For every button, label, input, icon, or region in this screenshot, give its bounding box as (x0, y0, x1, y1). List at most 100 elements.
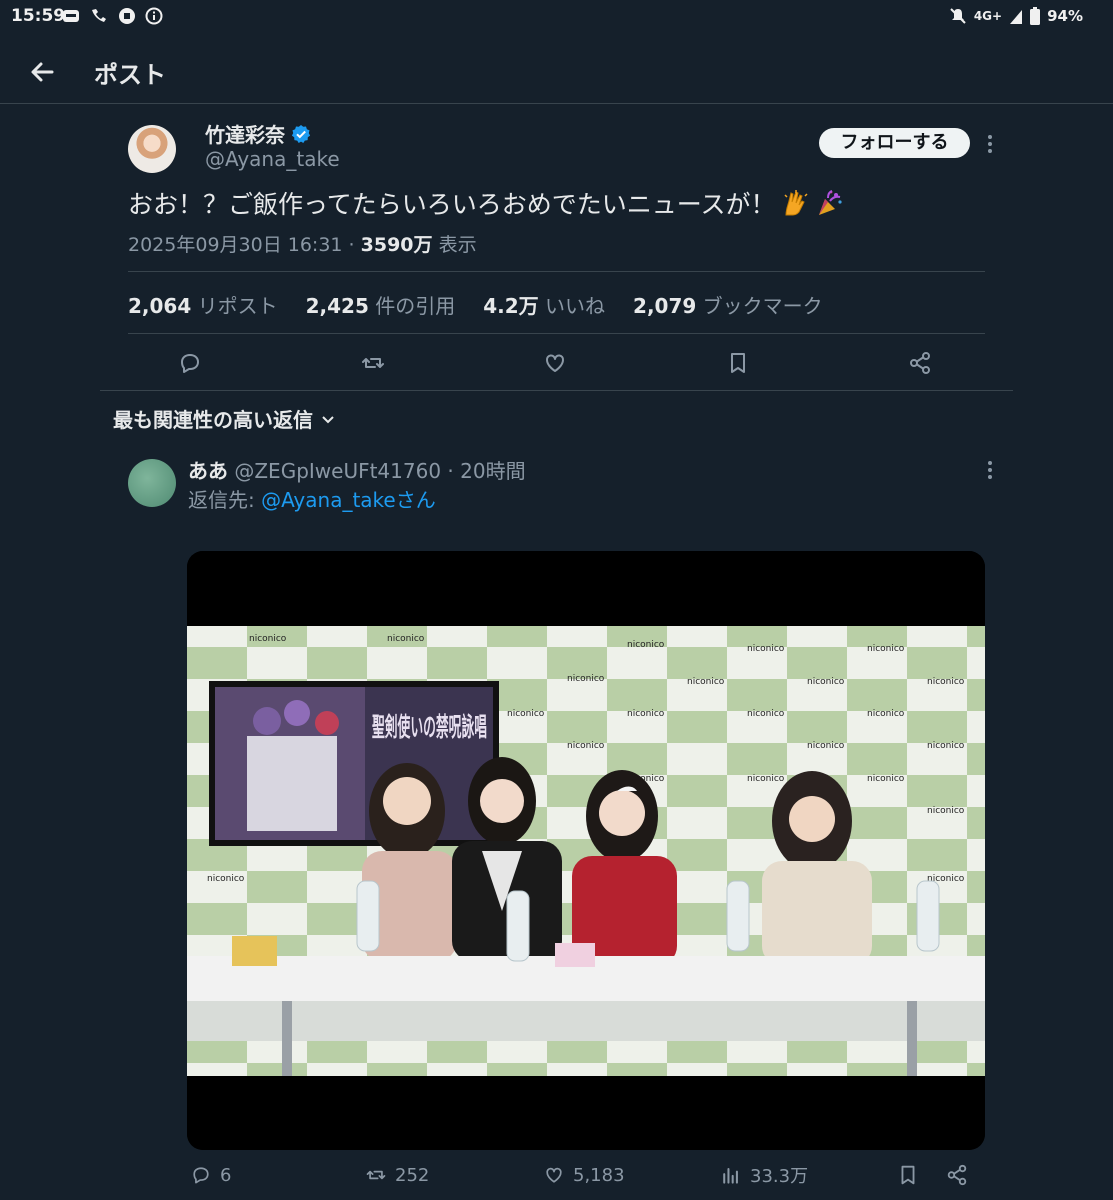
reply-time[interactable]: 20時間 (460, 459, 525, 483)
niconico-logo: niconico (927, 806, 965, 816)
chevron-down-icon (322, 415, 334, 423)
reply-bookmark-icon[interactable] (896, 1163, 920, 1187)
notification-icons (62, 7, 163, 25)
anime-banner-title: 聖剣使いの禁呪詠唱 (372, 712, 487, 743)
analytics-icon (723, 1168, 738, 1184)
reply-more-options-icon[interactable] (984, 459, 996, 481)
follow-button[interactable]: フォローする (819, 128, 970, 158)
party-popper-emoji-icon (818, 190, 842, 215)
meta-separator: · (342, 234, 361, 256)
like-icon (546, 1167, 562, 1183)
network-label: 4G+ (973, 9, 1003, 23)
reply-to-line: 返信先: @Ayana_takeさん (188, 484, 436, 513)
reply-to-link[interactable]: @Ayana_takeさん (261, 488, 436, 512)
views-count: 3590万 (360, 234, 433, 256)
reposts-label: リポスト (197, 294, 278, 318)
app-notification-icon (63, 10, 79, 22)
reply-media-video[interactable]: niconico niconico niconico niconico nico… (187, 551, 985, 1150)
likes-count: 4.2万 (483, 294, 539, 318)
wifi-call-icon (92, 9, 106, 22)
niconico-logo: niconico (387, 634, 425, 644)
views-label: 表示 (438, 234, 477, 256)
status-right: 4G+ 94% (949, 7, 1083, 25)
post-text-row: おお！？ご飯作ってたらいろいろおめでたいニュースが！ (128, 185, 844, 221)
author-name[interactable]: 竹達彩奈 (205, 119, 285, 148)
video-frame-image: niconico niconico niconico niconico nico… (187, 551, 985, 1150)
reply-likes-count: 5,183 (573, 1164, 625, 1186)
bookmarks-label: ブックマーク (702, 294, 823, 318)
reply-avatar[interactable] (128, 459, 176, 507)
reply-like-action[interactable]: 5,183 (543, 1160, 625, 1190)
verified-badge-icon (291, 124, 311, 143)
reply-icon (193, 1167, 209, 1184)
quotes-count: 2,425 (305, 294, 369, 318)
reply-to-label: 返信先: (188, 488, 262, 512)
bookmarks-count: 2,079 (633, 294, 697, 318)
reply-repost-action[interactable]: 252 (365, 1160, 429, 1190)
reposts-count: 2,064 (128, 294, 192, 318)
post-stats: 2,064 リポスト 2,425 件の引用 4.2万 いいね 2,079 ブック… (128, 290, 823, 319)
status-time: 15:59 (11, 6, 66, 26)
repost-icon (366, 1170, 386, 1180)
reply-reposts-count: 252 (395, 1164, 430, 1186)
niconico-logo: niconico (507, 709, 545, 719)
author-handle[interactable]: @Ayana_take (205, 147, 340, 171)
reply-author-name[interactable]: ああ (188, 459, 228, 483)
reply-share-icon[interactable] (945, 1163, 969, 1187)
battery-label: 94% (1047, 7, 1083, 25)
share-icon[interactable] (907, 350, 933, 376)
people-group (362, 757, 872, 966)
niconico-logo: niconico (807, 677, 845, 687)
quotes-label: 件の引用 (375, 294, 456, 318)
post-text: おお！？ご飯作ってたらいろいろおめでたいニュースが！ (128, 190, 776, 219)
niconico-logo: niconico (627, 640, 665, 650)
reply-views-action[interactable]: 33.3万 (720, 1160, 808, 1190)
raising-hands-emoji-icon (783, 190, 808, 216)
divider (128, 333, 985, 334)
page-title: ポスト (94, 61, 166, 89)
battery-icon (1030, 7, 1041, 25)
post-meta: 2025年09月30日 16:31 · 3590万 表示 (128, 230, 477, 257)
bookmarks-stat[interactable]: 2,079 ブックマーク (633, 290, 823, 319)
niconico-logo: niconico (927, 677, 965, 687)
divider (100, 390, 1013, 391)
author-name-row[interactable]: 竹達彩奈 (205, 119, 311, 148)
niconico-logo: niconico (627, 709, 665, 719)
post-timestamp[interactable]: 2025年09月30日 16:31 (128, 234, 343, 256)
reposts-stat[interactable]: 2,064 リポスト (128, 290, 278, 319)
replies-sort-label: 最も関連性の高い返信 (113, 408, 313, 432)
reply-replies-count: 6 (220, 1164, 232, 1186)
niconico-logo: niconico (567, 741, 605, 751)
niconico-logo: niconico (567, 674, 605, 684)
divider (128, 271, 985, 272)
author-avatar[interactable] (128, 125, 176, 173)
replies-sort-dropdown[interactable]: 最も関連性の高い返信 (113, 404, 335, 433)
niconico-logo: niconico (927, 741, 965, 751)
niconico-logo: niconico (747, 709, 785, 719)
likes-stat[interactable]: 4.2万 いいね (483, 290, 605, 319)
bookmark-icon[interactable] (725, 350, 751, 376)
niconico-logo: niconico (807, 741, 845, 751)
top-app-bar: ポスト (0, 40, 1113, 104)
vpn-icon (119, 8, 135, 24)
niconico-logo: niconico (867, 774, 905, 784)
signal-icon (1010, 10, 1023, 24)
mute-icon (950, 8, 966, 24)
quotes-stat[interactable]: 2,425 件の引用 (306, 290, 456, 319)
reply-author-handle[interactable]: @ZEGpIweUFt41760 (234, 459, 441, 483)
reply-time-separator: · (441, 459, 461, 483)
niconico-logo: niconico (747, 774, 785, 784)
reply-header: ああ @ZEGpIweUFt41760 · 20時間 (188, 455, 526, 484)
status-bar: 15:59 4G+ 94% (0, 0, 1113, 36)
back-arrow-icon[interactable] (26, 56, 58, 88)
more-options-icon[interactable] (984, 133, 996, 155)
niconico-logo: niconico (867, 709, 905, 719)
info-icon (145, 7, 163, 25)
reply-icon[interactable] (177, 350, 203, 376)
reply-views-count: 33.3万 (750, 1166, 809, 1187)
repost-icon[interactable] (360, 350, 386, 376)
niconico-logo: niconico (747, 644, 785, 654)
reply-comment-action[interactable]: 6 (190, 1160, 231, 1190)
likes-label: いいね (545, 294, 606, 318)
like-icon[interactable] (542, 350, 568, 376)
